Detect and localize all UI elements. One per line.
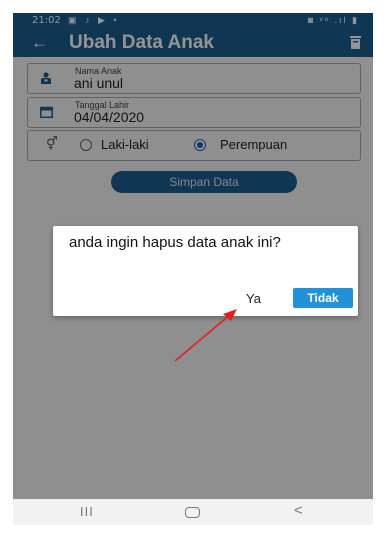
app-screen: 21:02 ▣ ♪ ▶ • ◙ ᵛᵒ .ıl ▮ ← Ubah Data Ana… [13,13,373,525]
dialog-message: anda ingin hapus data anak ini? [69,234,281,251]
yes-button[interactable]: Ya [246,291,261,306]
recent-apps-button[interactable]: III [80,504,94,519]
no-button[interactable]: Tidak [293,288,353,308]
system-nav-bar: III < [13,499,373,525]
back-button[interactable]: < [294,502,303,519]
confirm-dialog: anda ingin hapus data anak ini? Ya Tidak [53,226,358,316]
annotation-arrow [174,309,237,362]
home-button[interactable] [185,507,200,518]
phone-frame: 21:02 ▣ ♪ ▶ • ◙ ᵛᵒ .ıl ▮ ← Ubah Data Ana… [0,0,387,538]
